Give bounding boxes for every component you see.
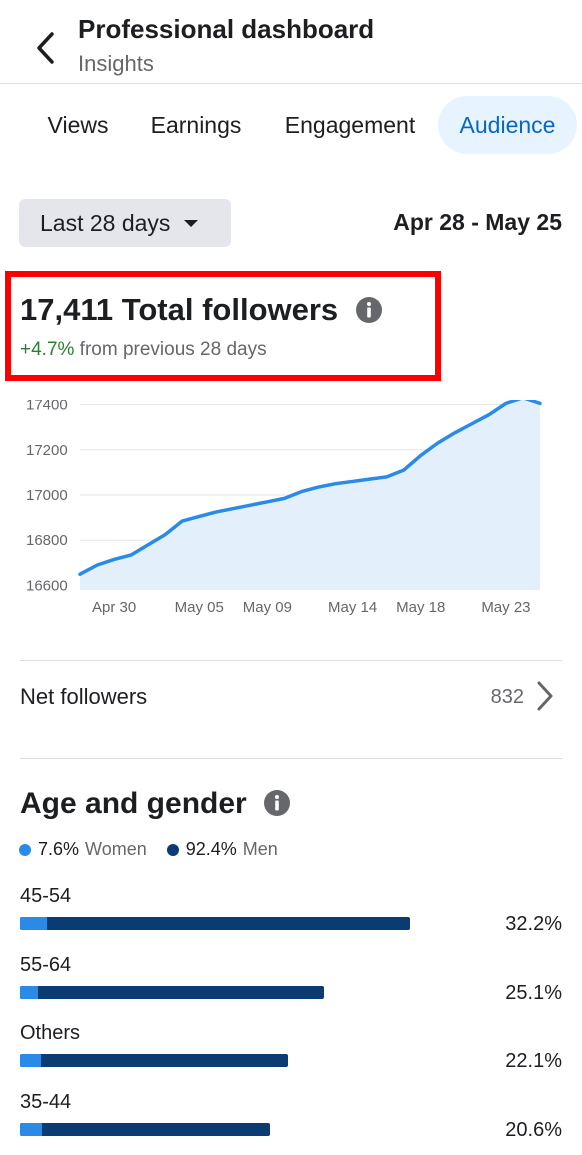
men-pct: 92.4% xyxy=(185,839,237,859)
total-followers-heading: 17,411 Total followers xyxy=(20,292,383,328)
x-tick-label: May 14 xyxy=(328,599,377,616)
age-group-bar-women xyxy=(20,986,39,999)
age-group-label: Others xyxy=(20,1022,81,1044)
men-dot-icon xyxy=(166,843,179,856)
chevron-left-icon xyxy=(37,32,54,64)
divider xyxy=(20,660,562,661)
info-icon[interactable] xyxy=(263,789,291,817)
x-tick-label: May 09 xyxy=(243,599,292,616)
age-group-bar xyxy=(20,1054,288,1067)
page-title: Professional dashboard xyxy=(78,14,375,44)
gender-legend: 7.6% Women 92.4% Men xyxy=(19,839,278,860)
age-group-percent: 25.1% xyxy=(505,982,562,1004)
tab-earnings[interactable]: Earnings xyxy=(136,96,256,154)
age-gender-title: Age and gender xyxy=(20,787,247,820)
y-tick-label: 17400 xyxy=(26,400,68,414)
age-gender-heading: Age and gender xyxy=(20,787,291,821)
age-group-label: 45-54 xyxy=(20,885,72,907)
x-tick-label: Apr 30 xyxy=(92,599,136,616)
women-dot-icon xyxy=(19,843,31,856)
age-group-bar xyxy=(20,986,324,999)
page-subtitle: Insights xyxy=(78,51,154,76)
followers-change-value: +4.7% xyxy=(20,339,75,360)
followers-change-suffix: from previous 28 days xyxy=(74,339,267,360)
caret-down-icon xyxy=(184,219,199,227)
date-range-dropdown[interactable]: Last 28 days xyxy=(19,199,231,247)
followers-change: +4.7% from previous 28 days xyxy=(20,339,267,361)
app-header: Professional dashboard Insights xyxy=(0,0,582,84)
info-icon[interactable] xyxy=(355,296,383,324)
y-tick-label: 17000 xyxy=(26,487,68,504)
back-button[interactable] xyxy=(28,26,62,70)
age-group-percent: 32.2% xyxy=(505,913,562,935)
y-tick-label: 16600 xyxy=(26,577,68,594)
total-followers-text: 17,411 Total followers xyxy=(20,292,339,327)
tab-audience[interactable]: Audience xyxy=(438,96,577,154)
tab-bar: Views Earnings Engagement Audience xyxy=(0,96,582,156)
divider xyxy=(20,758,562,759)
followers-area-chart: 17400 17200 17000 16800 16600 Apr 30 May 05 May… xyxy=(26,400,542,616)
x-tick-label: May 23 xyxy=(481,599,530,616)
age-group-percent: 20.6% xyxy=(505,1119,562,1141)
age-group-bar-women xyxy=(20,1123,43,1136)
chevron-right-icon[interactable] xyxy=(536,680,554,712)
date-range-dropdown-label: Last 28 days xyxy=(40,209,171,236)
age-group-label: 55-64 xyxy=(20,954,72,976)
age-group-label: 35-44 xyxy=(20,1091,72,1113)
women-pct: 7.6% xyxy=(38,839,80,859)
tab-views[interactable]: Views xyxy=(28,96,128,154)
age-group-bar-women xyxy=(20,1054,42,1067)
y-tick-label: 17200 xyxy=(26,442,68,459)
net-followers-value: 832 xyxy=(490,686,524,708)
age-group-percent: 22.1% xyxy=(505,1050,562,1072)
age-group-bar-women xyxy=(20,917,48,930)
date-range-text: Apr 28 - May 25 xyxy=(393,209,562,235)
age-group-bar xyxy=(20,1123,270,1136)
x-tick-label: May 18 xyxy=(396,599,445,616)
women-label: Women xyxy=(85,839,147,859)
y-tick-label: 16800 xyxy=(26,532,68,549)
men-label: Men xyxy=(242,839,278,859)
age-group-bar xyxy=(20,917,410,930)
tab-engagement[interactable]: Engagement xyxy=(268,96,432,154)
net-followers-label: Net followers xyxy=(20,684,148,709)
x-tick-label: May 05 xyxy=(175,599,224,616)
